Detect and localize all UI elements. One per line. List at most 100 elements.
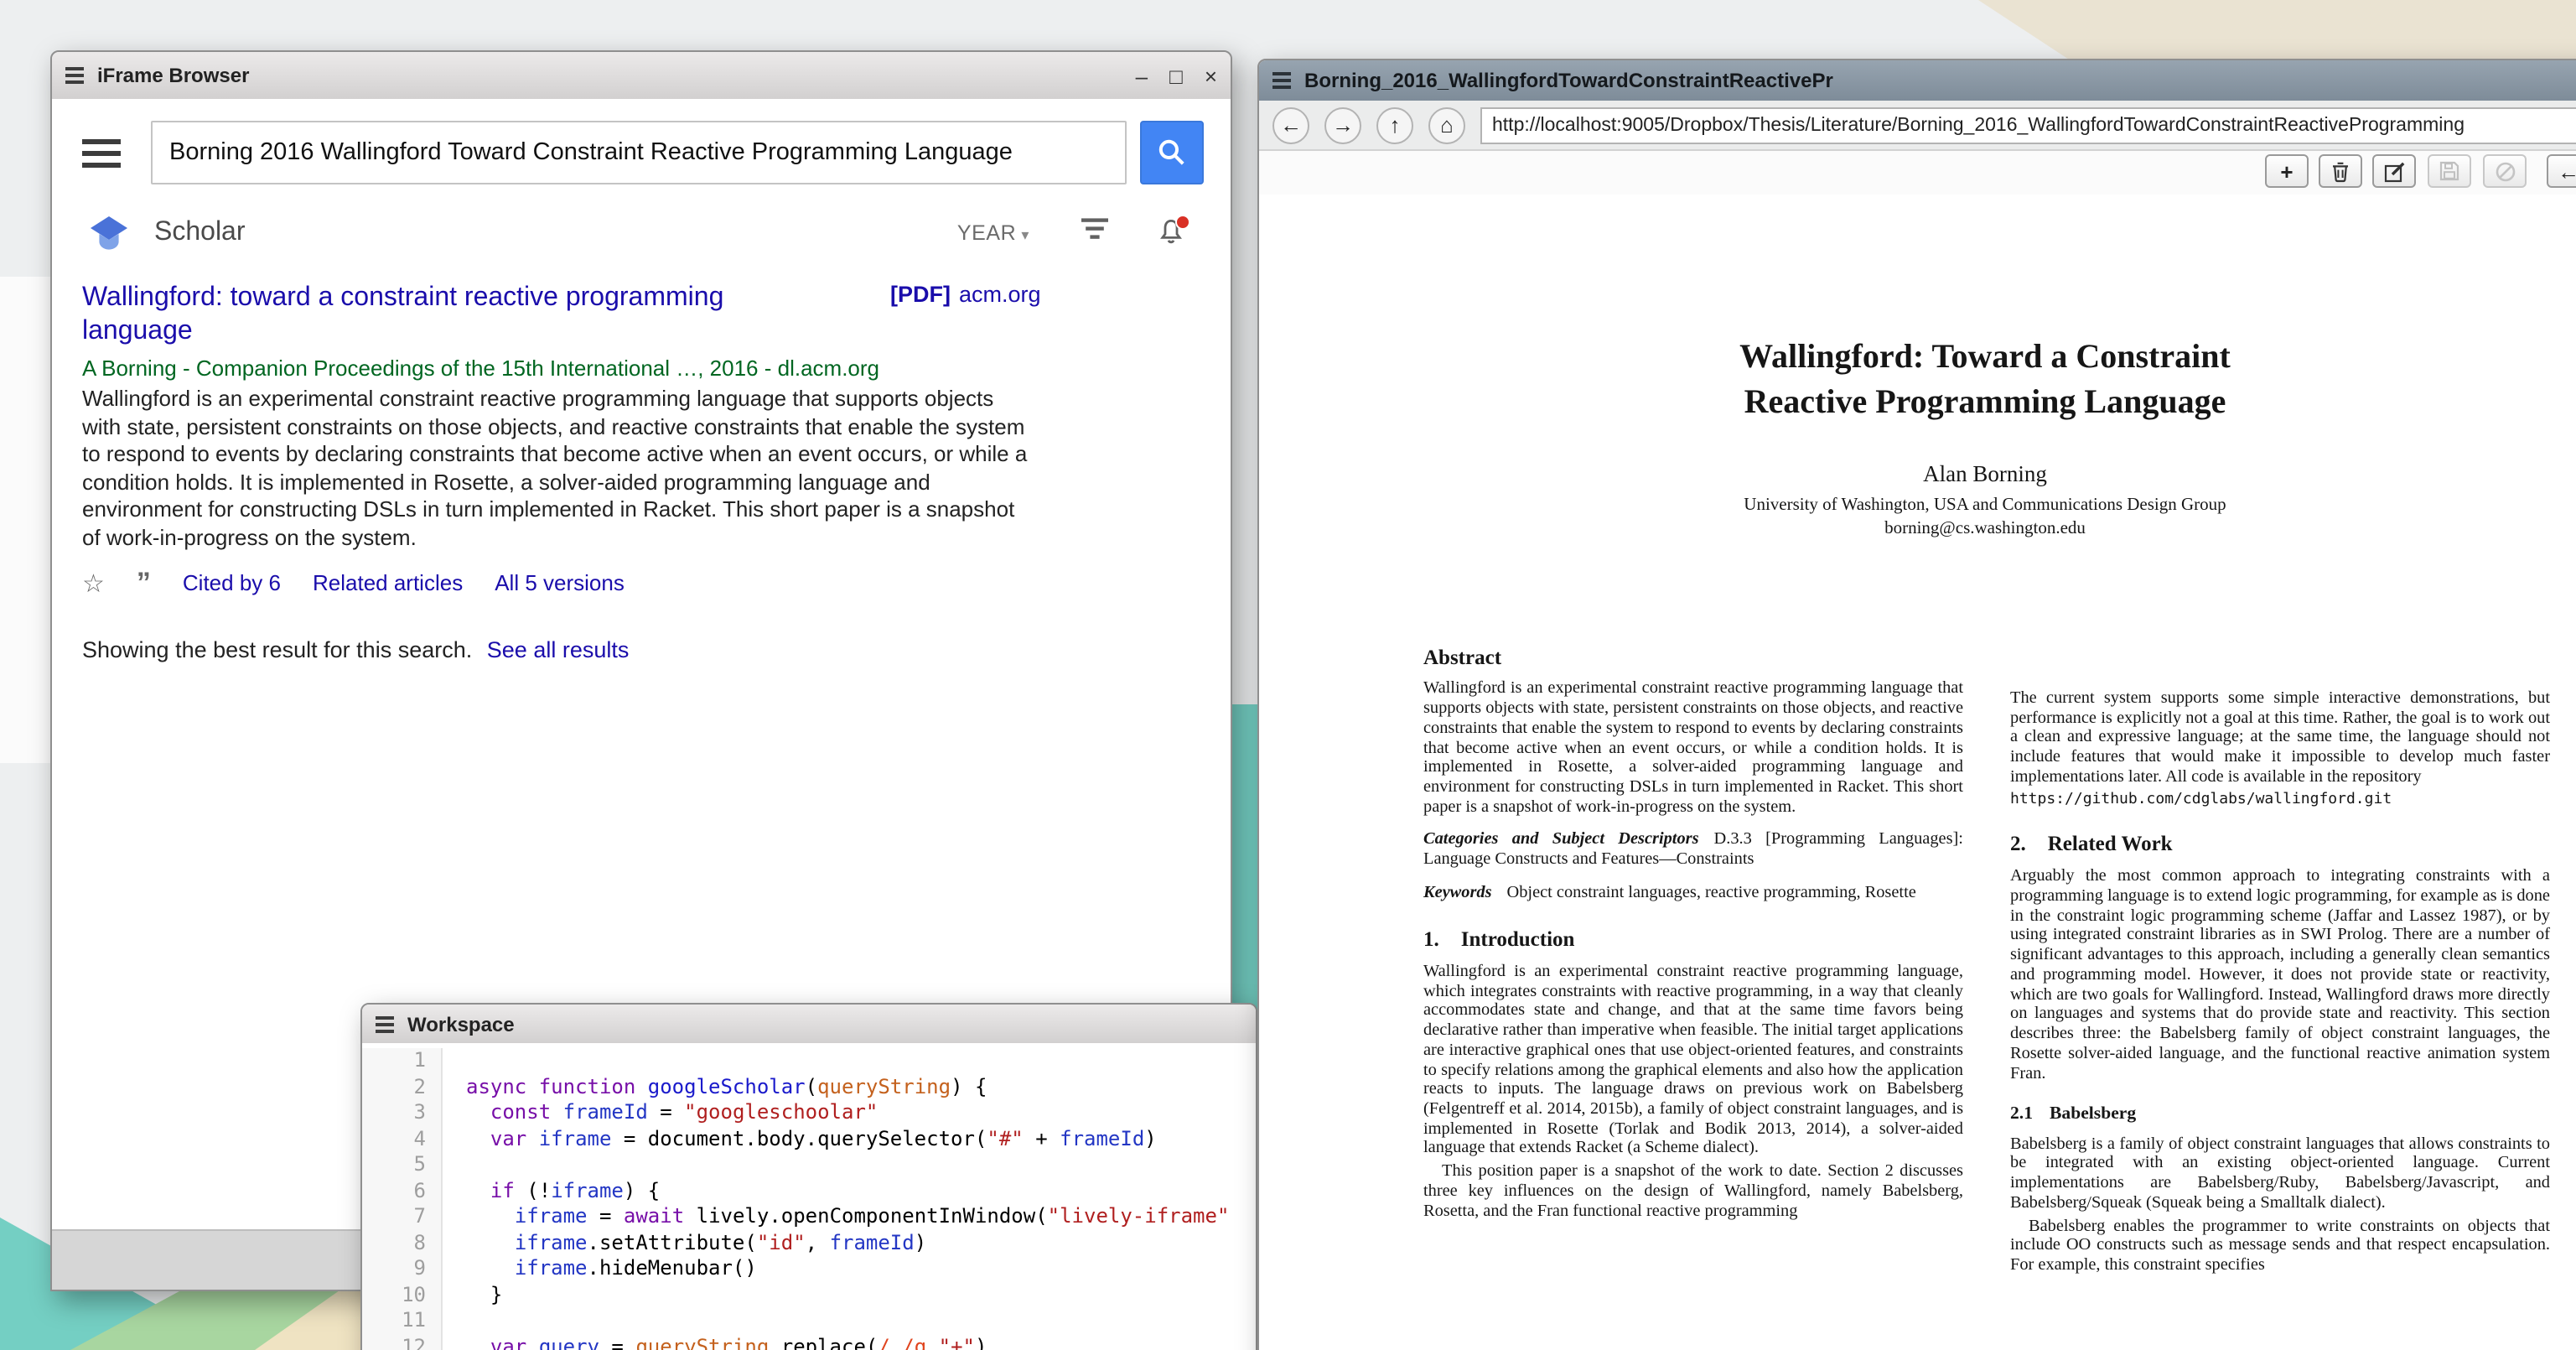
pdf-viewer-window: Borning_2016_WallingfordTowardConstraint… (1257, 59, 2576, 1350)
code-text: iframe.setAttribute("id", frameId) (443, 1230, 926, 1256)
related-articles-link[interactable]: Related articles (313, 570, 463, 595)
trash-icon (2330, 160, 2351, 182)
code-text: iframe.hideMenubar() (443, 1256, 757, 1282)
scholar-logo-icon[interactable] (89, 215, 129, 252)
code-line[interactable]: 3 const frameId = "googleschoolar" (362, 1100, 1256, 1126)
add-button[interactable]: + (2265, 154, 2309, 188)
code-line[interactable]: 2async function googleScholar(queryStrin… (362, 1074, 1256, 1100)
code-line[interactable]: 12 var query = queryString.replace(/ /g,… (362, 1334, 1256, 1350)
url-input[interactable] (1480, 106, 2576, 143)
workspace-window: Workspace 12async function googleScholar… (360, 1003, 1257, 1350)
categories-line: Categories and Subject DescriptorsD.3.3 … (1423, 831, 1963, 870)
edit-button[interactable] (2372, 154, 2416, 188)
search-input[interactable] (151, 121, 1127, 184)
window-menu-icon[interactable] (1272, 70, 1291, 91)
line-number: 11 (362, 1308, 443, 1334)
section-2-1-heading: 2.1Babelsberg (2010, 1103, 2550, 1124)
cite-quote-icon[interactable]: ” (137, 574, 151, 591)
window-title: Borning_2016_WallingfordTowardConstraint… (1304, 69, 1833, 92)
floppy-icon (2439, 161, 2459, 181)
prohibited-icon (2494, 160, 2516, 182)
code-line[interactable]: 4 var iframe = document.body.querySelect… (362, 1126, 1256, 1152)
up-button[interactable]: ↑ (1376, 106, 1413, 143)
maximize-button[interactable]: □ (1169, 65, 1183, 86)
abstract-text: Wallingford is an experimental constrain… (1423, 680, 1963, 818)
pdf-toolbar: + (1259, 151, 2576, 196)
forward-button[interactable]: → (1324, 106, 1361, 143)
window-menu-icon[interactable] (376, 1014, 394, 1034)
line-number: 1 (362, 1048, 443, 1074)
code-line[interactable]: 1 (362, 1048, 1256, 1074)
code-text: async function googleScholar(queryString… (443, 1074, 987, 1100)
paper-affiliation: University of Washington, USA and Commun… (1423, 496, 2547, 515)
code-text: iframe = await lively.openComponentInWin… (443, 1204, 1229, 1230)
close-button[interactable]: × (1205, 65, 1217, 86)
menu-icon[interactable] (82, 135, 121, 170)
pdf-content[interactable]: Wallingford: Toward a Constraint Reactiv… (1259, 195, 2576, 1350)
code-line[interactable]: 6 if (!iframe) { (362, 1178, 1256, 1204)
paper-email: borning@cs.washington.edu (1423, 520, 2547, 538)
code-editor[interactable]: 12async function googleScholar(queryStri… (362, 1043, 1256, 1350)
alerts-bell-icon[interactable] (1157, 218, 1187, 248)
pencil-icon (2383, 160, 2405, 182)
paper-title: Wallingford: Toward a Constraint Reactiv… (1423, 335, 2547, 424)
search-result: Wallingford: toward a constraint reactiv… (52, 262, 1231, 598)
babelsberg-paragraph-1: Babelsberg is a family of object constra… (2010, 1135, 2550, 1213)
section-1-heading: 1.Introduction (1423, 927, 1963, 951)
see-all-results-link[interactable]: See all results (487, 636, 630, 662)
code-line[interactable]: 8 iframe.setAttribute("id", frameId) (362, 1230, 1256, 1256)
iframe-browser-titlebar[interactable]: iFrame Browser – □ × (52, 52, 1231, 101)
intro-paragraph-2: This position paper is a snapshot of the… (1423, 1162, 1963, 1221)
paper-page: Wallingford: Toward a Constraint Reactiv… (1259, 335, 2576, 1275)
paper-author: Alan Borning (1423, 461, 2547, 488)
paper-columns: Abstract Wallingford is an experimental … (1423, 646, 2547, 1275)
window-title: Workspace (407, 1012, 515, 1036)
code-line[interactable]: 5 (362, 1152, 1256, 1178)
year-filter-dropdown[interactable]: YEAR▾ (957, 221, 1029, 245)
paper-column-right: The current system supports some simple … (2010, 646, 2550, 1275)
code-line[interactable]: 10 } (362, 1282, 1256, 1308)
keywords-line: KeywordsObject constraint languages, rea… (1423, 884, 1963, 903)
desktop: iFrame Browser – □ × (0, 0, 2576, 1350)
search-button[interactable] (1140, 121, 1204, 184)
window-menu-icon[interactable] (65, 65, 84, 86)
delete-button[interactable] (2319, 154, 2362, 188)
pdf-viewer-titlebar[interactable]: Borning_2016_WallingfordTowardConstraint… (1259, 60, 2576, 102)
back-button[interactable]: ← (1272, 106, 1309, 143)
pdf-source: acm.org (959, 282, 1041, 307)
keywords-label: Keywords (1423, 884, 1492, 902)
code-line[interactable]: 11 (362, 1308, 1256, 1334)
code-line[interactable]: 7 iframe = await lively.openComponentInW… (362, 1204, 1256, 1230)
line-number: 5 (362, 1152, 443, 1178)
chevron-down-icon: ▾ (1021, 226, 1029, 243)
all-versions-link[interactable]: All 5 versions (495, 570, 625, 595)
cancel-button[interactable] (2483, 154, 2527, 188)
result-pdf-link[interactable]: [PDF] acm.org (890, 282, 1041, 307)
categories-label: Categories and Subject Descriptors (1423, 831, 1699, 849)
line-number: 4 (362, 1126, 443, 1152)
code-text: const frameId = "googleschoolar" (443, 1100, 878, 1126)
scholar-brand: Scholar (154, 218, 246, 248)
save-button[interactable] (2428, 154, 2471, 188)
cited-by-link[interactable]: Cited by 6 (183, 570, 281, 595)
line-number: 2 (362, 1074, 443, 1100)
navigation-toolbar: ← → ↑ ⌂ (1259, 101, 2576, 151)
paper-column-left: Abstract Wallingford is an experimental … (1423, 646, 1963, 1275)
repository-url: https://github.com/cdglabs/wallingford.g… (2010, 791, 2550, 808)
prev-page-button[interactable]: ← (2547, 154, 2576, 188)
code-text (443, 1308, 466, 1334)
pdf-tag: [PDF] (890, 282, 951, 307)
results-footer: Showing the best result for this search.… (52, 598, 1231, 700)
code-line[interactable]: 9 iframe.hideMenubar() (362, 1256, 1256, 1282)
babelsberg-paragraph-2: Babelsberg enables the programmer to wri… (2010, 1217, 2550, 1275)
filter-icon[interactable] (1080, 216, 1110, 250)
save-star-icon[interactable]: ☆ (82, 568, 105, 598)
result-title-link[interactable]: Wallingford: toward a constraint reactiv… (82, 282, 840, 349)
home-button[interactable]: ⌂ (1428, 106, 1465, 143)
scholar-header: Scholar YEAR▾ (52, 195, 1231, 262)
line-number: 3 (362, 1100, 443, 1126)
minimize-button[interactable]: – (1136, 65, 1148, 86)
footer-text: Showing the best result for this search. (82, 636, 472, 662)
workspace-titlebar[interactable]: Workspace (362, 1005, 1256, 1045)
line-number: 12 (362, 1334, 443, 1350)
